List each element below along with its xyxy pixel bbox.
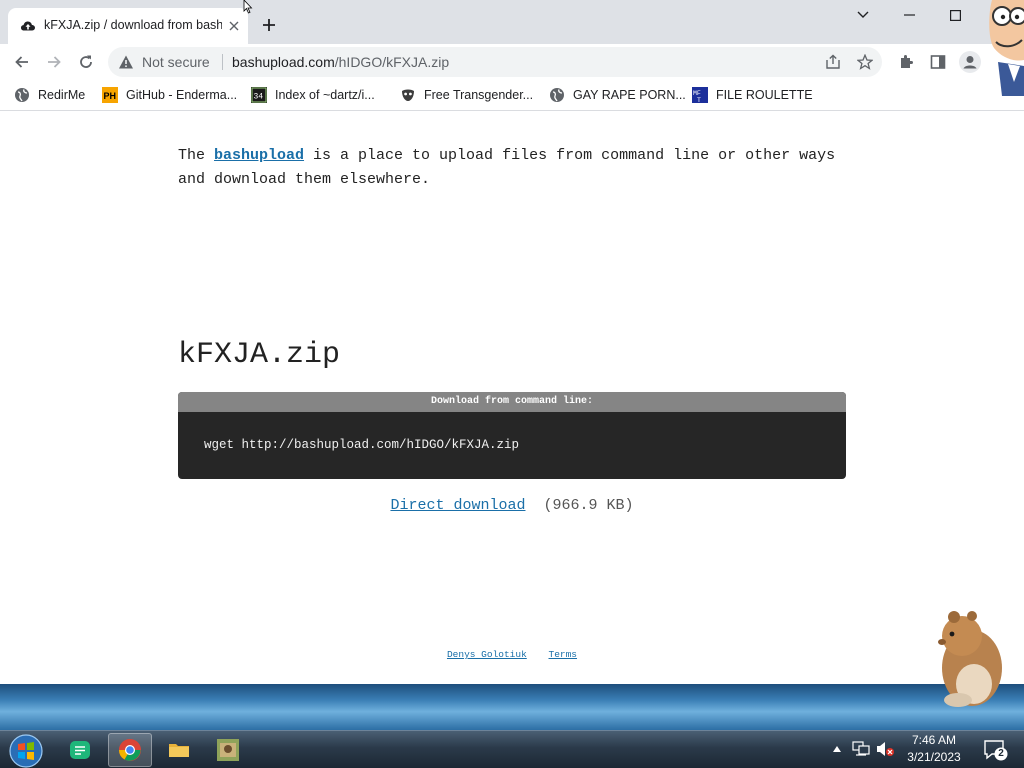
minimize-icon (903, 14, 915, 16)
ph-icon: PH (102, 87, 118, 103)
bookmark-label: Free Transgender... (424, 88, 534, 102)
file-size: (966.9 KB) (535, 497, 634, 514)
svg-text:34: 34 (254, 93, 264, 102)
side-panel-icon[interactable] (926, 50, 950, 74)
command-box-header: Download from command line: (178, 392, 846, 412)
globe-icon (15, 88, 29, 102)
file-name-heading: kFXJA.zip (178, 338, 341, 372)
url-path: /hIDGO/kFXJA.zip (334, 54, 450, 70)
download-row: Direct download (966.9 KB) (0, 497, 1024, 514)
star-icon[interactable] (856, 53, 874, 71)
new-tab-button[interactable] (258, 14, 280, 36)
minimize-button[interactable] (894, 4, 924, 26)
taskbar-app-explorer[interactable] (157, 733, 201, 767)
bookmark-item[interactable]: PH GitHub - Enderma... (102, 86, 237, 104)
app-thumbnail-icon (217, 739, 239, 761)
sheets-app-icon (70, 741, 90, 759)
bookmark-item[interactable]: MF T FILE ROULETTE (692, 86, 813, 104)
bookmark-item[interactable]: RedirMe (14, 86, 85, 104)
clock-date[interactable]: 3/21/2023 (902, 750, 966, 764)
plus-icon (263, 19, 275, 31)
mask-icon (402, 89, 414, 101)
taskbar-app-chrome[interactable] (108, 733, 152, 767)
reload-button[interactable] (72, 48, 100, 76)
volume-muted-icon[interactable] (874, 739, 896, 759)
extensions-icon[interactable] (894, 50, 918, 74)
tab-title: kFXJA.zip / download from bashupload (44, 18, 222, 32)
folder-icon (169, 744, 189, 757)
bookmark-label: RedirMe (38, 88, 86, 102)
bookmark-label: GAY RAPE PORN... (573, 88, 686, 102)
url-host: bashupload.com (232, 54, 335, 70)
command-box: Download from command line: wget http://… (178, 392, 846, 479)
svg-text:MF: MF (693, 90, 701, 97)
globe-icon (550, 88, 564, 102)
wget-command[interactable]: wget http://bashupload.com/hIDGO/kFXJA.z… (204, 438, 519, 452)
bookmark-label: GitHub - Enderma... (126, 88, 238, 102)
chrome-icon (119, 739, 141, 761)
start-button[interactable] (8, 733, 44, 768)
arrow-left-icon (15, 56, 28, 68)
profile-avatar-icon[interactable] (958, 50, 982, 74)
cloud-upload-icon (21, 21, 35, 31)
bookmarks-bar: RedirMe PH GitHub - Enderma... 34 Index … (0, 80, 1024, 111)
desktop-hamster-pet (938, 611, 1002, 707)
url-text[interactable]: bashupload.com/hIDGO/kFXJA.zip (232, 54, 449, 70)
show-hidden-icons[interactable] (830, 739, 844, 759)
svg-text:PH: PH (104, 91, 117, 101)
tab-strip: kFXJA.zip / download from bashupload (0, 0, 1024, 44)
browser-toolbar: Not secure bashupload.com/hIDGO/kFXJA.zi… (0, 44, 1024, 80)
taskbar-app-sheets[interactable] (58, 733, 102, 767)
page-content: The bashupload is a place to upload file… (0, 112, 1024, 684)
intro-text: The bashupload is a place to upload file… (178, 144, 846, 192)
network-icon[interactable] (850, 739, 872, 759)
bookmark-label: FILE ROULETTE (716, 88, 813, 102)
address-bar[interactable]: Not secure bashupload.com/hIDGO/kFXJA.zi… (108, 47, 882, 77)
bookmark-label: Index of ~dartz/i... (275, 88, 375, 102)
browser-tab[interactable]: kFXJA.zip / download from bashupload (8, 8, 248, 44)
taskbar-app-image[interactable] (206, 733, 250, 767)
desktop-wallpaper (0, 684, 1024, 730)
action-center-button[interactable]: 2 (982, 737, 1008, 763)
omnibox-divider (222, 54, 223, 70)
author-link[interactable]: Denys Golotiuk (447, 649, 527, 660)
back-button[interactable] (8, 48, 36, 76)
direct-download-link[interactable]: Direct download (390, 497, 525, 514)
clock-time[interactable]: 7:46 AM (902, 733, 966, 747)
notification-count: 2 (998, 748, 1004, 759)
terms-link[interactable]: Terms (549, 649, 578, 660)
desktop-mascot-character (989, 0, 1024, 96)
taskbar: 7:46 AM 3/21/2023 2 (0, 730, 1024, 768)
forward-button[interactable] (40, 48, 68, 76)
mouse-cursor-icon (243, 0, 253, 14)
bookmark-item[interactable]: 34 Index of ~dartz/i... (251, 86, 375, 104)
maximize-button[interactable] (940, 4, 970, 26)
warning-icon[interactable] (118, 54, 134, 70)
security-label[interactable]: Not secure (142, 54, 210, 70)
index-icon: 34 (251, 87, 267, 103)
close-tab-icon[interactable] (226, 18, 242, 34)
share-icon[interactable] (824, 53, 842, 71)
bookmark-item[interactable]: Free Transgender... (400, 86, 533, 104)
intro-before: The (178, 147, 215, 164)
chevron-down-icon (857, 11, 869, 18)
arrow-right-icon (48, 56, 61, 68)
chevron-up-icon (833, 746, 841, 752)
svg-text:T: T (697, 97, 701, 103)
mf-icon: MFT (692, 87, 708, 103)
page-footer: Denys Golotiuk Terms (0, 649, 1024, 660)
bookmark-item[interactable]: GAY RAPE PORN... (549, 86, 686, 104)
tab-search-button[interactable] (848, 4, 878, 26)
file-size-text: (966.9 KB) (543, 497, 634, 514)
maximize-icon (949, 9, 961, 21)
bashupload-link[interactable]: bashupload (214, 147, 304, 164)
reload-icon (80, 55, 92, 68)
